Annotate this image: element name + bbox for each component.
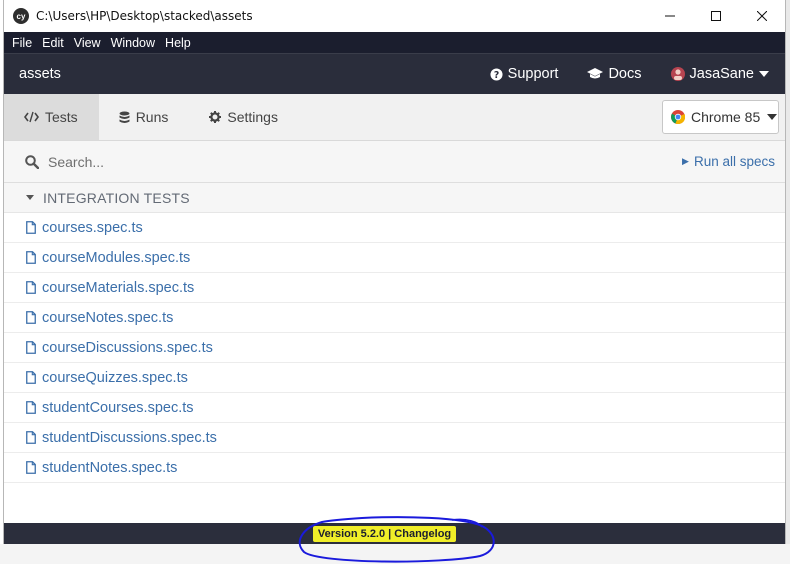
minimize-icon	[665, 15, 675, 17]
window-title: C:\Users\HP\Desktop\stacked\assets	[36, 9, 253, 23]
user-menu[interactable]: JasaSane	[670, 66, 769, 82]
support-label: Support	[507, 66, 559, 82]
project-name: assets	[19, 66, 61, 82]
desktop-edge-right	[786, 0, 790, 564]
close-icon	[757, 11, 767, 21]
file-icon	[26, 221, 36, 234]
docs-label: Docs	[608, 66, 642, 82]
spec-name: courseDiscussions.spec.ts	[42, 339, 213, 356]
graduation-cap-icon	[587, 68, 604, 79]
cypress-logo-icon: cy	[13, 8, 29, 24]
header-links: ? Support Docs JasaSane	[490, 54, 785, 94]
spec-name: courses.spec.ts	[42, 219, 143, 236]
caret-down-icon	[767, 114, 778, 120]
user-name: JasaSane	[689, 66, 755, 82]
tab-settings[interactable]: Settings	[189, 94, 299, 140]
chrome-icon	[671, 110, 685, 124]
tab-tests[interactable]: Tests	[4, 94, 99, 140]
spec-row[interactable]: courseNotes.spec.ts	[4, 303, 785, 333]
app-window: cy C:\Users\HP\Desktop\stacked\assets Fi…	[3, 0, 786, 544]
spec-name: studentDiscussions.spec.ts	[42, 429, 217, 446]
spec-row[interactable]: studentDiscussions.spec.ts	[4, 423, 785, 453]
spec-row[interactable]: courseModules.spec.ts	[4, 243, 785, 273]
menu-window[interactable]: Window	[106, 36, 160, 50]
svg-text:?: ?	[493, 69, 498, 80]
folder-integration-tests[interactable]: INTEGRATION TESTS	[4, 183, 785, 213]
spec-name: courseModules.spec.ts	[42, 249, 191, 266]
spec-row[interactable]: studentNotes.spec.ts	[4, 453, 785, 483]
spec-row[interactable]: courseQuizzes.spec.ts	[4, 363, 785, 393]
file-icon	[26, 281, 36, 294]
spec-name: studentNotes.spec.ts	[42, 459, 178, 476]
spec-row[interactable]: courses.spec.ts	[4, 213, 785, 243]
file-icon	[26, 251, 36, 264]
tab-settings-label: Settings	[227, 109, 278, 125]
chevron-down-icon	[759, 71, 769, 77]
menu-help[interactable]: Help	[160, 36, 196, 50]
caret-down-icon	[26, 195, 34, 200]
browser-select[interactable]: Chrome 85	[662, 100, 779, 134]
code-icon	[24, 111, 39, 123]
support-link[interactable]: ? Support	[490, 66, 559, 82]
footer: Version 5.2.0 | Changelog	[4, 523, 785, 544]
version-changelog-link[interactable]: Version 5.2.0 | Changelog	[312, 525, 457, 542]
search-bar: ▶ Run all specs	[4, 141, 785, 183]
window-controls	[647, 0, 785, 32]
minimize-button[interactable]	[647, 0, 693, 32]
menu-edit[interactable]: Edit	[37, 36, 69, 50]
title-bar[interactable]: cy C:\Users\HP\Desktop\stacked\assets	[4, 0, 785, 32]
docs-link[interactable]: Docs	[587, 66, 642, 82]
spec-row[interactable]: courseDiscussions.spec.ts	[4, 333, 785, 363]
search-icon	[25, 154, 39, 169]
database-icon	[119, 111, 130, 123]
menu-file[interactable]: File	[7, 36, 37, 50]
maximize-icon	[711, 11, 721, 21]
file-icon	[26, 401, 36, 414]
folder-label: INTEGRATION TESTS	[43, 189, 190, 206]
file-icon	[26, 431, 36, 444]
search-input[interactable]	[48, 153, 448, 170]
spec-row[interactable]: courseMaterials.spec.ts	[4, 273, 785, 303]
avatar-icon	[670, 67, 685, 81]
spec-name: courseNotes.spec.ts	[42, 309, 174, 326]
close-button[interactable]	[739, 0, 785, 32]
spec-list: INTEGRATION TESTS courses.spec.ts courseM…	[4, 183, 785, 483]
tab-runs-label: Runs	[135, 109, 169, 125]
run-all-label: Run all specs	[693, 154, 775, 169]
gear-icon	[209, 111, 222, 123]
file-icon	[26, 461, 36, 474]
spec-row[interactable]: studentCourses.spec.ts	[4, 393, 785, 423]
file-icon	[26, 341, 36, 354]
menu-view[interactable]: View	[69, 36, 106, 50]
spec-name: courseMaterials.spec.ts	[42, 279, 195, 296]
spec-name: courseQuizzes.spec.ts	[42, 369, 188, 386]
browser-label: Chrome 85	[691, 109, 761, 125]
app-header: assets ? Support Docs JasaSane	[4, 53, 785, 94]
run-all-specs-button[interactable]: ▶ Run all specs	[682, 154, 775, 169]
file-icon	[26, 371, 36, 384]
file-icon	[26, 311, 36, 324]
menu-bar: File Edit View Window Help	[4, 32, 785, 53]
tab-runs[interactable]: Runs	[99, 94, 190, 140]
maximize-button[interactable]	[693, 0, 739, 32]
question-circle-icon: ?	[490, 67, 503, 80]
tab-tests-label: Tests	[45, 109, 78, 125]
nav-tabs: Tests Runs Settings Chrome 85	[4, 94, 785, 141]
play-icon: ▶	[682, 156, 689, 166]
desktop-edge-bottom	[0, 544, 790, 564]
spec-name: studentCourses.spec.ts	[42, 399, 194, 416]
